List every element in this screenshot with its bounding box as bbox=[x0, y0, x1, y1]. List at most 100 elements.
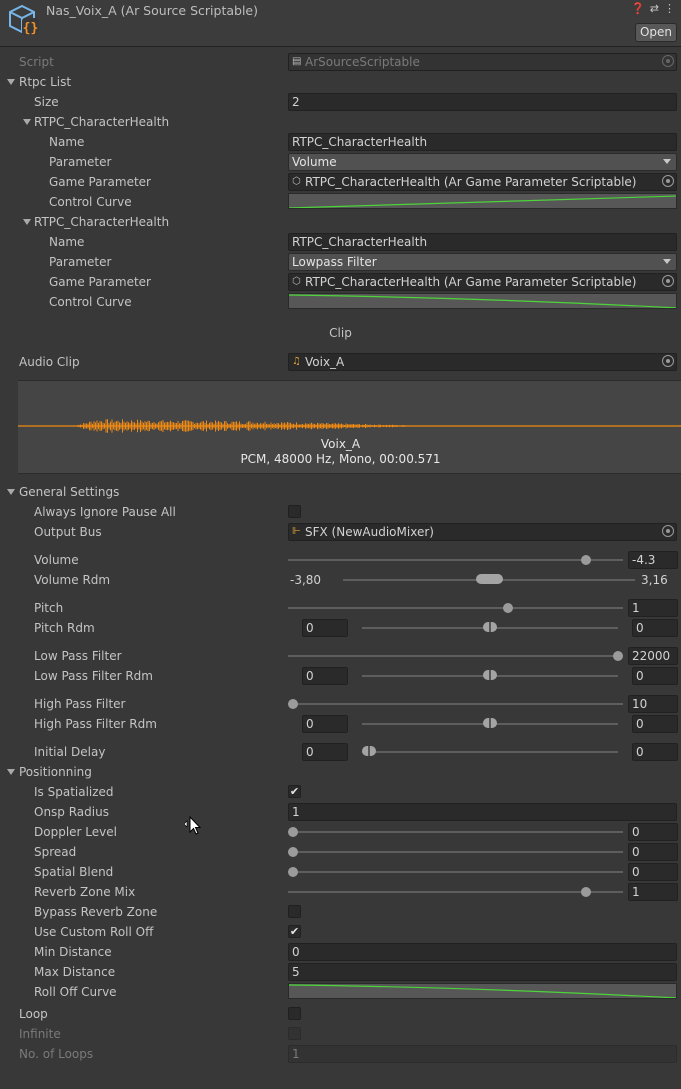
rtpc-game-parameter-field[interactable]: ⬡ RTPC_CharacterHealth (Ar Game Paramete… bbox=[288, 273, 677, 291]
low-pass-slider-track[interactable] bbox=[288, 655, 623, 657]
reverb-mix-input[interactable]: 1 bbox=[628, 883, 678, 901]
custom-rolloff-checkbox[interactable]: ✔ bbox=[288, 925, 301, 938]
pitch-rdm-min-input[interactable]: 0 bbox=[302, 619, 348, 637]
object-picker-icon[interactable] bbox=[662, 525, 674, 537]
rtpc-item-foldout[interactable]: RTPC_CharacterHealth bbox=[0, 212, 681, 232]
always-ignore-pause-row: Always Ignore Pause All bbox=[0, 502, 681, 522]
pitch-row: Pitch 1 bbox=[0, 598, 681, 618]
output-bus-field[interactable]: ⊩ SFX (NewAudioMixer) bbox=[288, 523, 677, 541]
high-pass-rdm-min-input[interactable]: 0 bbox=[302, 715, 348, 733]
rtpc-list-foldout[interactable]: Rtpc List bbox=[0, 72, 681, 92]
volume-rdm-max[interactable]: 3,16 bbox=[641, 573, 668, 587]
rtpc-parameter-row: Parameter Lowpass Filter bbox=[0, 252, 681, 272]
rtpc-parameter-dropdown[interactable]: Volume bbox=[288, 153, 677, 171]
min-distance-input[interactable]: 0 bbox=[288, 943, 677, 961]
open-button[interactable]: Open bbox=[635, 23, 677, 42]
low-pass-rdm-max-input[interactable]: 0 bbox=[632, 667, 678, 685]
pitch-rdm-range-handle[interactable] bbox=[483, 622, 497, 632]
scriptable-object-icon: {} bbox=[8, 4, 40, 41]
help-icon[interactable]: ❓ bbox=[631, 2, 645, 15]
object-picker-icon[interactable] bbox=[662, 175, 674, 187]
script-file-icon: ▤ bbox=[292, 56, 302, 67]
control-curve-field[interactable] bbox=[288, 293, 677, 309]
output-bus-row: Output Bus ⊩ SFX (NewAudioMixer) bbox=[0, 522, 681, 542]
pitch-input[interactable]: 1 bbox=[628, 599, 678, 617]
low-pass-input[interactable]: 22000 bbox=[628, 647, 678, 665]
script-field: ▤ ArSourceScriptable bbox=[288, 53, 677, 71]
rolloff-curve-field[interactable] bbox=[288, 983, 677, 999]
spread-row: Spread 0 bbox=[0, 842, 681, 862]
rtpc-game-parameter-field[interactable]: ⬡ RTPC_CharacterHealth (Ar Game Paramete… bbox=[288, 173, 677, 191]
doppler-slider-handle[interactable] bbox=[288, 827, 298, 837]
rtpc-name-input[interactable]: RTPC_CharacterHealth bbox=[288, 133, 677, 151]
volume-slider-track[interactable] bbox=[288, 559, 623, 561]
bypass-reverb-checkbox[interactable] bbox=[288, 905, 301, 918]
initial-delay-track[interactable] bbox=[362, 751, 618, 753]
spatial-blend-slider-handle[interactable] bbox=[288, 867, 298, 877]
general-settings-foldout[interactable]: General Settings bbox=[0, 482, 681, 502]
pitch-rdm-max-input[interactable]: 0 bbox=[632, 619, 678, 637]
control-curve-field[interactable] bbox=[288, 193, 677, 209]
always-ignore-pause-checkbox[interactable] bbox=[288, 505, 301, 518]
scriptable-object-small-icon: ⬡ bbox=[292, 176, 301, 187]
doppler-slider-track[interactable] bbox=[288, 831, 623, 833]
audio-clip-field[interactable]: ♫ Voix_A bbox=[288, 353, 677, 371]
volume-rdm-range-handle[interactable] bbox=[476, 574, 503, 584]
spread-input[interactable]: 0 bbox=[628, 843, 678, 861]
foldout-arrow-icon bbox=[23, 119, 31, 125]
is-spatialized-checkbox[interactable]: ✔ bbox=[288, 785, 301, 798]
volume-rdm-row: Volume Rdm -3,80 3,16 bbox=[34, 573, 668, 587]
rtpc-parameter-row: Parameter Volume bbox=[0, 152, 681, 172]
high-pass-input[interactable]: 10 bbox=[628, 695, 678, 713]
onsp-radius-row: Onsp Radius 1 bbox=[0, 802, 681, 822]
pitch-slider-handle[interactable] bbox=[502, 603, 513, 613]
pitch-rdm-row: Pitch Rdm 0 0 bbox=[0, 618, 681, 638]
foldout-arrow-icon bbox=[7, 489, 15, 495]
max-distance-row: Max Distance 5 bbox=[0, 962, 681, 982]
positionning-foldout[interactable]: Positionning bbox=[0, 762, 681, 782]
spatial-blend-row: Spatial Blend 0 bbox=[0, 862, 681, 882]
initial-delay-range-handle[interactable] bbox=[362, 746, 376, 756]
high-pass-rdm-max-input[interactable]: 0 bbox=[632, 715, 678, 733]
rtpc-parameter-dropdown[interactable]: Lowpass Filter bbox=[288, 253, 677, 271]
spatial-blend-slider-track[interactable] bbox=[288, 871, 623, 873]
foldout-arrow-icon bbox=[7, 79, 15, 85]
reverb-mix-slider-handle[interactable] bbox=[580, 887, 591, 897]
object-picker-icon[interactable] bbox=[662, 355, 674, 367]
more-icon[interactable]: ⋮ bbox=[664, 2, 675, 15]
initial-delay-max-input[interactable]: 0 bbox=[632, 743, 678, 761]
object-picker-icon[interactable] bbox=[662, 275, 674, 287]
rolloff-curve-row: Roll Off Curve bbox=[0, 982, 681, 1002]
onsp-radius-input[interactable]: 1 bbox=[288, 803, 677, 821]
doppler-input[interactable]: 0 bbox=[628, 823, 678, 841]
spatial-blend-input[interactable]: 0 bbox=[628, 863, 678, 881]
low-pass-rdm-range-handle[interactable] bbox=[483, 670, 497, 680]
rtpc-item-foldout[interactable]: RTPC_CharacterHealth bbox=[0, 112, 681, 132]
spread-slider-handle[interactable] bbox=[288, 847, 298, 857]
doppler-level-row: Doppler Level 0 bbox=[0, 822, 681, 842]
high-pass-rdm-range-handle[interactable] bbox=[483, 718, 497, 728]
rtpc-size-input[interactable]: 2 bbox=[288, 93, 677, 111]
volume-slider-handle[interactable] bbox=[580, 555, 591, 565]
rtpc-game-parameter-row: Game Parameter ⬡ RTPC_CharacterHealth (A… bbox=[0, 272, 681, 292]
reverb-mix-slider-track[interactable] bbox=[288, 891, 623, 893]
rtpc-name-input[interactable]: RTPC_CharacterHealth bbox=[288, 233, 677, 251]
initial-delay-row: Initial Delay 0 0 bbox=[0, 742, 681, 762]
audio-clip-icon: ♫ bbox=[292, 356, 301, 367]
pitch-slider-track[interactable] bbox=[288, 607, 623, 609]
settings-icon[interactable]: ⇄ bbox=[650, 2, 659, 15]
is-spatialized-row: Is Spatialized ✔ bbox=[34, 785, 301, 799]
initial-delay-min-input[interactable]: 0 bbox=[302, 743, 348, 761]
volume-rdm-min[interactable]: -3,80 bbox=[290, 573, 321, 587]
low-pass-slider-handle[interactable] bbox=[613, 651, 623, 661]
bypass-reverb-row: Bypass Reverb Zone bbox=[0, 902, 681, 922]
custom-rolloff-row: Use Custom Roll Off ✔ bbox=[34, 925, 301, 939]
rtpc-name-row: Name RTPC_CharacterHealth bbox=[0, 132, 681, 152]
high-pass-slider-track[interactable] bbox=[288, 703, 623, 705]
high-pass-slider-handle[interactable] bbox=[288, 699, 298, 709]
loop-checkbox[interactable] bbox=[288, 1007, 301, 1020]
spread-slider-track[interactable] bbox=[288, 851, 623, 853]
low-pass-rdm-min-input[interactable]: 0 bbox=[302, 667, 348, 685]
max-distance-input[interactable]: 5 bbox=[288, 963, 677, 981]
volume-input[interactable]: -4.3 bbox=[628, 551, 678, 569]
